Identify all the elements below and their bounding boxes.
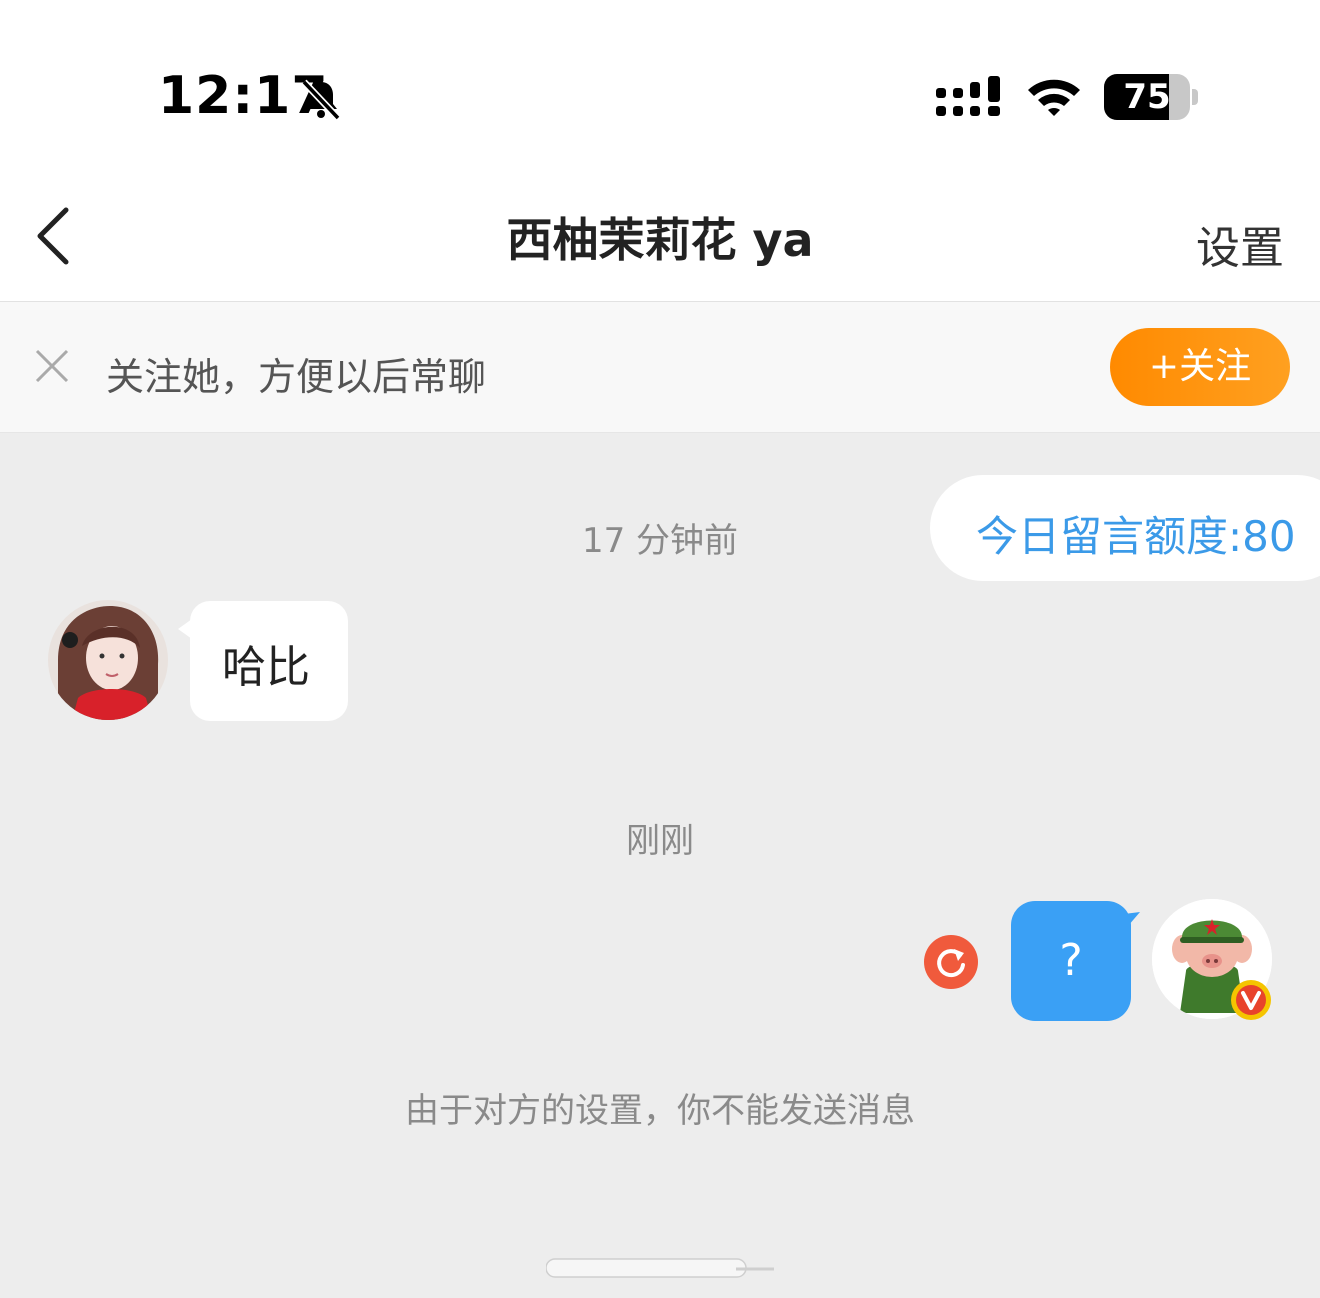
- wifi-icon: [1028, 79, 1080, 116]
- message-bubble-sent[interactable]: ?: [1011, 901, 1131, 1021]
- message-bubble-received[interactable]: 哈比: [190, 601, 348, 721]
- nav-bar: 西柚茉莉花 ya 设置: [0, 190, 1320, 302]
- message-text: ?: [1059, 935, 1083, 986]
- quota-badge: 今日留言额度:80: [930, 475, 1320, 581]
- battery-level: 75: [1123, 77, 1171, 117]
- bell-off-icon: [301, 79, 341, 121]
- battery-icon: 75: [1104, 74, 1198, 120]
- system-notice: 由于对方的设置，你不能发送消息: [405, 1091, 915, 1131]
- message-text: 哈比: [222, 642, 310, 693]
- settings-button[interactable]: 设置: [1180, 212, 1300, 276]
- message-timestamp: 17 分钟前: [581, 521, 739, 561]
- watermark-logo: [546, 1258, 774, 1278]
- chevron-left-icon[interactable]: [30, 206, 78, 266]
- status-bar: 12:17 75: [0, 0, 1320, 190]
- page-title: 西柚茉莉花 ya: [506, 213, 814, 267]
- message-timestamp: 刚刚: [626, 821, 694, 861]
- follow-prompt-text: 关注她，方便以后常聊: [106, 355, 487, 399]
- contact-avatar[interactable]: [48, 600, 168, 720]
- close-icon[interactable]: [34, 348, 70, 384]
- follow-prompt-bar: 关注她，方便以后常聊 +关注: [0, 302, 1320, 433]
- resend-icon[interactable]: [924, 935, 978, 989]
- verified-badge-icon: [1231, 980, 1271, 1020]
- follow-button[interactable]: +关注: [1110, 328, 1290, 406]
- quota-text: 今日留言额度:80: [976, 512, 1296, 561]
- chat-area[interactable]: 今日留言额度:80 17 分钟前 哈比 刚刚 ? 由于对方的设置，你不能发送消息: [0, 433, 1320, 1298]
- signal-icon: [936, 76, 1000, 116]
